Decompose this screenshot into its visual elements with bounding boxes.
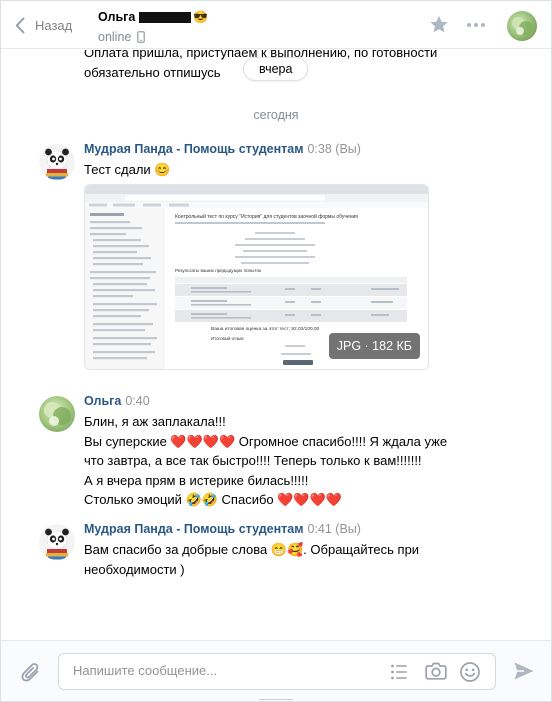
date-separator: сегодня: [253, 108, 299, 122]
message-input[interactable]: [73, 663, 373, 678]
panda-avatar[interactable]: [39, 144, 75, 180]
back-label: Назад: [35, 17, 73, 33]
panda-avatar[interactable]: [39, 524, 75, 560]
message-time[interactable]: 0:41 (Вы): [307, 522, 360, 536]
chevron-left-icon: [15, 17, 25, 33]
message-history[interactable]: Оплата пришла, приступаем к выполнению, …: [1, 50, 551, 640]
camera-icon[interactable]: [425, 661, 447, 681]
send-icon[interactable]: [513, 661, 535, 681]
message-author[interactable]: Мудрая Панда - Помощь студентам: [84, 522, 303, 536]
message-author[interactable]: Мудрая Панда - Помощь студентам: [84, 142, 303, 156]
message: Мудрая Панда - Помощь студентам 0:41 (Вы)…: [39, 522, 519, 584]
message-line: Вы суперские ❤️❤️❤️❤️ Огромное спасибо!!…: [84, 433, 448, 449]
message-text: Тест сдали 😊: [84, 160, 484, 180]
message-line: Блин, я аж заплакала!!!: [84, 414, 226, 429]
message-line: Столько эмоций 🤣🤣 Спасибо ❤️❤️❤️❤️: [84, 492, 342, 507]
mobile-icon: [137, 31, 146, 43]
message-composer: [1, 640, 551, 701]
chat-window: Назад Ольга 😎 online Оплата пришла, прис…: [0, 0, 552, 702]
paperclip-icon[interactable]: [21, 661, 41, 683]
back-button[interactable]: Назад: [15, 15, 72, 35]
message-line: А я вчера прям в истерике билась!!!!!: [84, 472, 309, 488]
message-text: Блин, я аж заплакала!!! Вы суперские ❤️❤…: [84, 412, 484, 510]
peer-name: Ольга: [98, 10, 136, 24]
message: Мудрая Панда - Помощь студентам 0:38 (Вы)…: [39, 142, 519, 382]
preview-feedback-heading: Итоговый отзыв: [211, 336, 244, 341]
message-text: Вам спасибо за добрые слова 😁🥰. Обращайт…: [84, 540, 484, 579]
message: Ольга 0:40 Блин, я аж заплакала!!! Вы суп…: [39, 394, 519, 507]
message-line: Тест сдали 😊: [84, 162, 171, 177]
chat-header: Назад Ольга 😎 online: [1, 1, 551, 49]
star-icon[interactable]: [429, 15, 449, 34]
peer-status: online: [98, 30, 132, 44]
message-input-box[interactable]: [58, 653, 496, 690]
attachment-badge: JPG · 182 КБ: [328, 333, 420, 359]
emoji-icon[interactable]: [459, 661, 481, 683]
photo-attachment[interactable]: Контрольный тест по курсу "История" для …: [84, 184, 429, 370]
more-icon[interactable]: [466, 22, 486, 28]
olga-avatar[interactable]: [39, 396, 75, 432]
preview-final-grade: Ваша итоговая оценка за этот тест: 92,03…: [211, 326, 320, 332]
message-line: необходимости ): [84, 561, 185, 577]
peer-avatar[interactable]: [507, 11, 537, 41]
date-pill[interactable]: вчера: [243, 57, 309, 81]
message-time[interactable]: 0:38 (Вы): [307, 142, 360, 156]
message-time[interactable]: 0:40: [125, 394, 149, 408]
template-list-icon[interactable]: [389, 662, 409, 682]
message-line: Вам спасибо за добрые слова 😁🥰. Обращайт…: [84, 542, 420, 557]
message-line: что завтра, а все так быстро!!!! Теперь …: [84, 453, 422, 468]
preview-heading: Контрольный тест по курсу "История" для …: [175, 213, 358, 220]
preview-results-heading: Результаты ваших предыдущих попыток: [175, 268, 262, 273]
peer-emoji: 😎: [193, 10, 209, 24]
peer-info[interactable]: Ольга 😎 online: [98, 10, 208, 44]
redaction-bar: [139, 11, 192, 23]
message-author[interactable]: Ольга: [84, 394, 121, 408]
